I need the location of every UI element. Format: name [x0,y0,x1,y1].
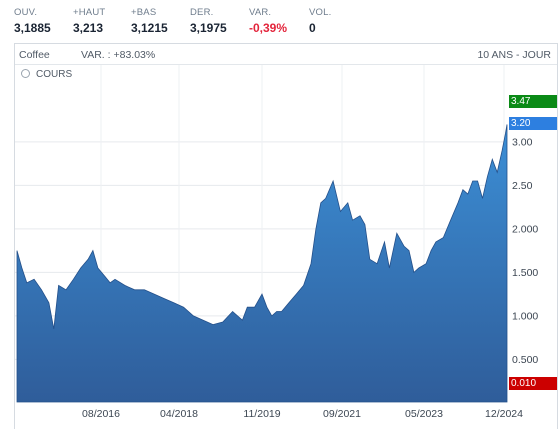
quote-label: VAR. [249,7,272,18]
quote-value: -0,39% [249,21,288,35]
quote-value: 3,1215 [131,21,168,35]
y-axis: 3.00 2.50 2.000 1.500 1.000 0.500 [512,136,538,365]
chart-header: Coffee VAR. : +83.03% 10 ANS - JOUR [15,44,557,64]
x-tick-label: 12/2024 [485,408,523,420]
last-price-tag: 3.20 [509,117,557,130]
quote-value: 3,213 [73,21,104,35]
y-tick-label: 1.000 [512,310,538,322]
y-tick-label: 2.000 [512,223,538,235]
quote-last: DER. 3,1975 [190,7,227,35]
quote-volume: VOL. 0 [309,7,331,35]
y-tick-label: 1.500 [512,267,538,279]
quote-label: +BAS [131,7,157,18]
x-tick-label: 09/2021 [323,408,361,420]
quote-change: VAR. -0,39% [249,7,287,35]
y-tick-label: 2.50 [512,180,533,192]
quote-bar: OUV. 3,1885 +HAUT 3,213 +BAS 3,1215 DER.… [0,0,558,42]
quote-high: +HAUT 3,213 [73,7,105,35]
quote-value: 3,1975 [190,21,227,35]
series-label: COURS [36,69,73,80]
chart-panel: Coffee VAR. : +83.03% 10 ANS - JOUR 3.00… [14,43,558,429]
quote-label: VOL. [309,7,332,18]
x-tick-label: 11/2019 [243,408,280,420]
y-tick-label: 0.500 [512,354,538,366]
quote-value: 0 [309,21,316,35]
y-tick-label: 3.00 [512,136,533,148]
x-tick-label: 08/2016 [82,408,120,420]
x-axis: 08/2016 04/2018 11/2019 09/2021 05/2023 12/20… [82,408,523,420]
gear-icon[interactable] [21,69,30,78]
low-price-tag: 0.010 [509,377,557,390]
chart-plot[interactable]: 3.00 2.50 2.000 1.500 1.000 0.500 08/2016 04/2… [15,64,557,430]
quote-open: OUV. 3,1885 [14,7,51,35]
variation-text: VAR. : +83.03% [81,49,156,61]
quote-label: DER. [190,7,214,18]
high-price-tag: 3.47 [509,95,557,108]
x-tick-label: 04/2018 [160,408,198,420]
quote-label: +HAUT [73,7,106,18]
chart-toolbar[interactable]: COURS [21,69,72,80]
quote-low: +BAS 3,1215 [131,7,168,35]
instrument-name: Coffee [19,49,50,61]
period-selector[interactable]: 10 ANS - JOUR [477,49,551,61]
quote-label: OUV. [14,7,38,18]
quote-value: 3,1885 [14,21,51,35]
price-chart[interactable]: 3.00 2.50 2.000 1.500 1.000 0.500 08/2016 04/2… [15,65,557,430]
x-tick-label: 05/2023 [405,408,443,420]
